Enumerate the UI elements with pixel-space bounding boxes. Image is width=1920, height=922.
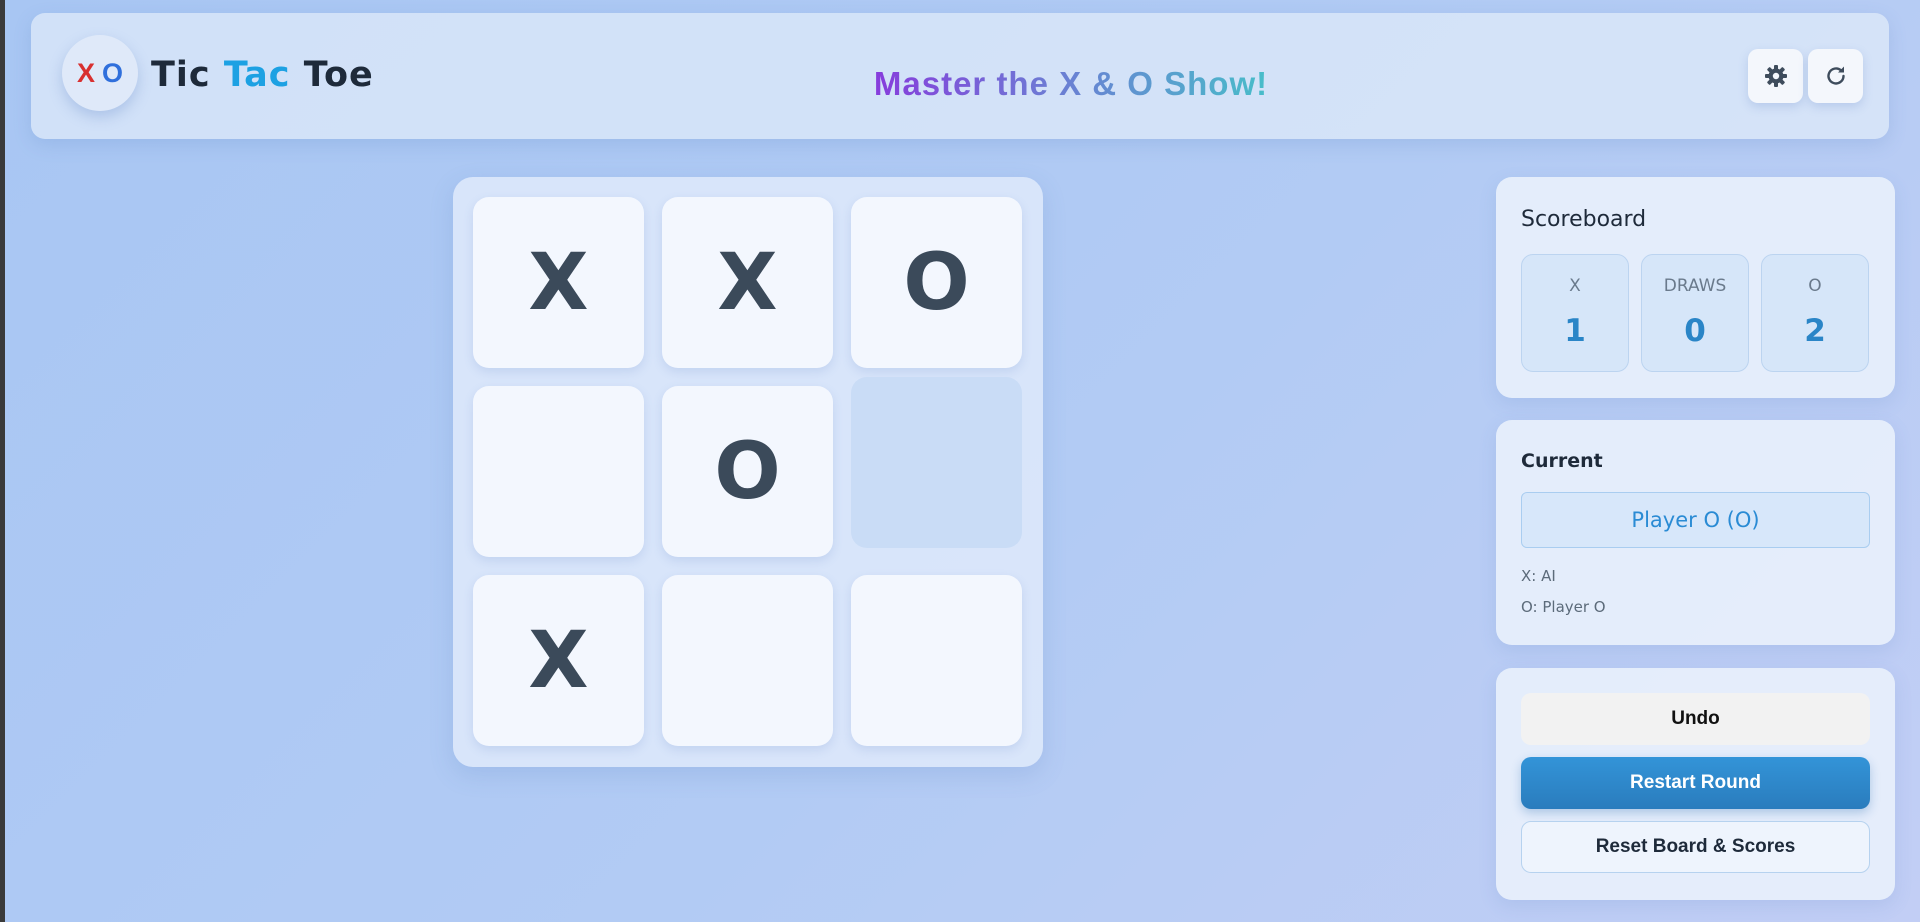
score-o: O 2 [1761, 254, 1869, 372]
board-cell-6[interactable] [851, 377, 1022, 548]
board-cell-8[interactable] [662, 575, 833, 746]
gear-icon [1764, 65, 1787, 87]
board-cell-5[interactable]: O [662, 386, 833, 557]
score-x: X 1 [1521, 254, 1629, 372]
restart-round-button[interactable]: Restart Round [1521, 757, 1870, 809]
score-draws-label: DRAWS [1663, 276, 1727, 296]
score-x-label: X [1569, 276, 1581, 296]
board-cell-7[interactable]: X [473, 575, 644, 746]
score-x-value: 1 [1564, 313, 1586, 349]
score-draws-value: 0 [1684, 313, 1706, 349]
app-title-part1: Tic [151, 55, 224, 95]
logo: X O [62, 35, 138, 111]
app-title-part2: Tac [223, 55, 291, 95]
o-player-info: O: Player O [1521, 598, 1606, 616]
board-cell-9[interactable] [851, 575, 1022, 746]
scoreboard-title: Scoreboard [1521, 207, 1647, 232]
app-title: Tic Tac Toe [151, 55, 374, 95]
board-cell-2[interactable]: X [662, 197, 833, 368]
score-o-label: O [1808, 276, 1822, 296]
scoreboard-panel: Scoreboard X 1 DRAWS 0 O 2 [1496, 177, 1895, 398]
board-cell-1[interactable]: X [473, 197, 644, 368]
actions-panel: Undo Restart Round Reset Board & Scores [1496, 668, 1895, 900]
current-player: Player O (O) [1521, 492, 1870, 548]
header: X O Tic Tac Toe Master the X & O Show! [31, 13, 1889, 139]
app-title-part3: Toe [290, 55, 374, 95]
board-cell-4[interactable] [473, 386, 644, 557]
game-board: X X O O X [453, 177, 1043, 767]
undo-button[interactable]: Undo [1521, 693, 1870, 745]
settings-button[interactable] [1748, 49, 1803, 103]
reset-board-scores-button[interactable]: Reset Board & Scores [1521, 821, 1870, 873]
current-panel: Current Player O (O) X: AI O: Player O [1496, 420, 1895, 645]
logo-x: X [76, 57, 95, 88]
logo-o: O [102, 57, 124, 88]
tagline: Master the X & O Show! [851, 65, 1291, 103]
refresh-icon [1826, 66, 1845, 85]
board-cell-3[interactable]: O [851, 197, 1022, 368]
header-restart-button[interactable] [1808, 49, 1863, 103]
app-frame: X O Tic Tac Toe Master the X & O Show! X… [5, 0, 1920, 922]
score-draws: DRAWS 0 [1641, 254, 1749, 372]
current-title: Current [1521, 450, 1603, 472]
score-o-value: 2 [1804, 313, 1826, 349]
x-player-info: X: AI [1521, 567, 1556, 585]
